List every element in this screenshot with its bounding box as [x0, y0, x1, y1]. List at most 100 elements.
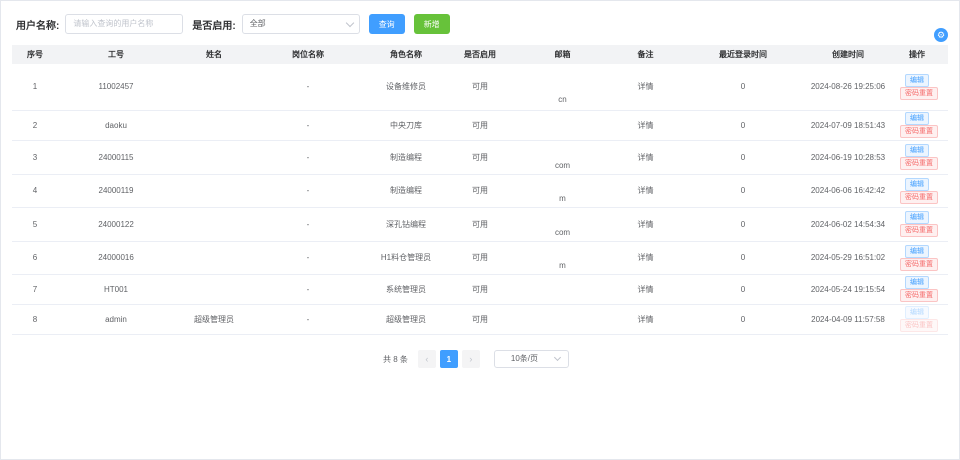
search-button[interactable]: 查询 [368, 14, 405, 34]
row-actions: 编辑密码重置 [886, 110, 948, 141]
table-row: 1 11002457 - 设备维修员 可用 cn 详情 0 2024-08-26 19:25:0… [12, 64, 948, 111]
row-created: 2024-05-29 16:51:02 [810, 241, 886, 275]
edit-button[interactable]: 编辑 [905, 276, 929, 289]
edit-button[interactable]: 编辑 [905, 177, 929, 191]
reset-password-button[interactable]: 密码重置 [900, 224, 938, 237]
row-job-number: HT001 [58, 274, 174, 305]
row-index: 5 [12, 207, 58, 242]
row-job-number: 11002457 [58, 64, 174, 111]
row-enabled-text: 可用 [472, 186, 488, 195]
row-role: H1料仓管理员 [362, 241, 450, 275]
row-last-login: 0 [676, 304, 810, 335]
row-role-text: 深孔钻编程 [386, 219, 426, 229]
username-label: 用户名称: [16, 20, 60, 32]
row-note[interactable]: 详情 [615, 110, 676, 141]
row-email-text: com [554, 227, 571, 237]
table-header: 序号 工号 姓名 岗位名称 角色名称 是否启用 邮箱 备注 最近登录时间 创建时间 操作 [12, 45, 948, 64]
chevron-down-icon [345, 18, 354, 28]
row-last-login-text: 0 [740, 219, 746, 229]
row-created: 2024-06-02 14:54:34 [810, 207, 886, 242]
row-name [174, 207, 254, 242]
edit-button[interactable]: 编辑 [905, 73, 929, 87]
row-created: 2024-06-19 10:28:53 [810, 140, 886, 175]
row-job-number: daoku [58, 110, 174, 141]
row-actions: 编辑密码重置 [886, 241, 948, 275]
pagination-total: 共 8 条 [383, 354, 408, 364]
username-search-input[interactable]: 请输入查询的用户名称 [65, 14, 184, 34]
row-name [174, 274, 254, 305]
page-size-select[interactable]: 10条/页 [493, 350, 569, 368]
row-note[interactable]: 详情 [615, 241, 676, 275]
edit-button[interactable]: 编辑 [905, 112, 929, 125]
row-created-text: 2024-05-24 19:15:54 [810, 284, 886, 294]
row-note[interactable]: 详情 [615, 207, 676, 242]
enabled-select[interactable]: 全部 [241, 14, 360, 34]
row-actions: 编辑密码重置 [886, 140, 948, 175]
add-button[interactable]: 新增 [413, 14, 450, 34]
edit-button[interactable]: 编辑 [905, 211, 929, 224]
column-header: 岗位名称 [254, 45, 362, 64]
row-enabled: 可用 [450, 140, 510, 175]
row-note-text: 详情 [637, 152, 654, 162]
row-created-text: 2024-04-09 11:57:58 [811, 314, 885, 324]
row-job-number-text: 24000016 [98, 253, 134, 262]
row-note[interactable]: 详情 [615, 140, 676, 175]
column-header: 序号 [12, 45, 58, 64]
row-last-login: 0 [676, 207, 810, 242]
next-page-button[interactable]: › [461, 350, 480, 368]
row-index: 6 [12, 241, 58, 275]
table-row: 2 daoku - 中央刀库 可用 详情 0 2024-07-09 18:51:43 编辑密码重… [12, 110, 948, 141]
row-note[interactable]: 详情 [615, 274, 676, 305]
edit-button[interactable]: 编辑 [905, 306, 929, 319]
row-enabled: 可用 [450, 241, 510, 275]
row-last-login: 0 [676, 140, 810, 175]
row-last-login-text: 0 [740, 152, 746, 162]
row-post-text: - [306, 284, 310, 294]
edit-button[interactable]: 编辑 [905, 244, 929, 258]
prev-page-button[interactable]: ‹ [417, 350, 436, 368]
reset-password-button[interactable]: 密码重置 [900, 125, 938, 138]
row-actions: 编辑密码重置 [886, 304, 948, 335]
row-index-text: 1 [32, 82, 38, 92]
reset-password-button[interactable]: 密码重置 [900, 86, 938, 100]
row-role: 设备维修员 [362, 64, 450, 111]
row-last-login: 0 [676, 174, 810, 208]
row-post: - [254, 241, 362, 275]
edit-button[interactable]: 编辑 [905, 144, 929, 157]
row-note[interactable]: 详情 [615, 304, 676, 335]
column-header: 操作 [886, 45, 948, 64]
row-index: 2 [12, 110, 58, 141]
row-role-text: H1料仓管理员 [380, 253, 432, 262]
row-note-text: 详情 [637, 120, 654, 130]
column-header: 创建时间 [810, 45, 886, 64]
page-number-current[interactable]: 1 [439, 350, 458, 368]
row-created-text: 2024-06-02 14:54:34 [810, 219, 886, 229]
table-body: 1 11002457- 设备维修员 可用 cn 详情 0 2024-08-26 19:25:0… [12, 64, 948, 335]
row-note[interactable]: 详情 [615, 64, 676, 111]
row-enabled-text: 可用 [472, 120, 488, 130]
row-email [510, 304, 615, 335]
row-enabled: 可用 [450, 110, 510, 141]
row-enabled-text: 可用 [472, 82, 488, 92]
row-created-text: 2024-08-26 19:25:06 [810, 82, 886, 92]
row-email: cn [510, 64, 615, 111]
row-index-text: 3 [32, 152, 38, 162]
settings-icon[interactable]: ⚙ [934, 28, 948, 42]
row-role: 制造编程 [362, 174, 450, 208]
reset-password-button[interactable]: 密码重置 [900, 257, 938, 271]
row-job-number-text: admin [105, 314, 127, 324]
reset-password-button[interactable]: 密码重置 [900, 319, 938, 332]
row-job-number-text: 24000115 [98, 152, 134, 162]
row-index: 3 [12, 140, 58, 175]
reset-password-button[interactable]: 密码重置 [900, 289, 938, 302]
row-name [174, 110, 254, 141]
row-index-text: 7 [32, 284, 38, 294]
row-note[interactable]: 详情 [615, 174, 676, 208]
reset-password-button[interactable]: 密码重置 [900, 190, 938, 204]
enabled-select-value: 全部 [249, 19, 266, 28]
row-created-text: 2024-06-19 10:28:53 [810, 152, 886, 162]
row-post: - [254, 207, 362, 242]
row-last-login: 0 [676, 64, 810, 111]
row-post-text: - [306, 120, 310, 130]
reset-password-button[interactable]: 密码重置 [900, 157, 938, 170]
